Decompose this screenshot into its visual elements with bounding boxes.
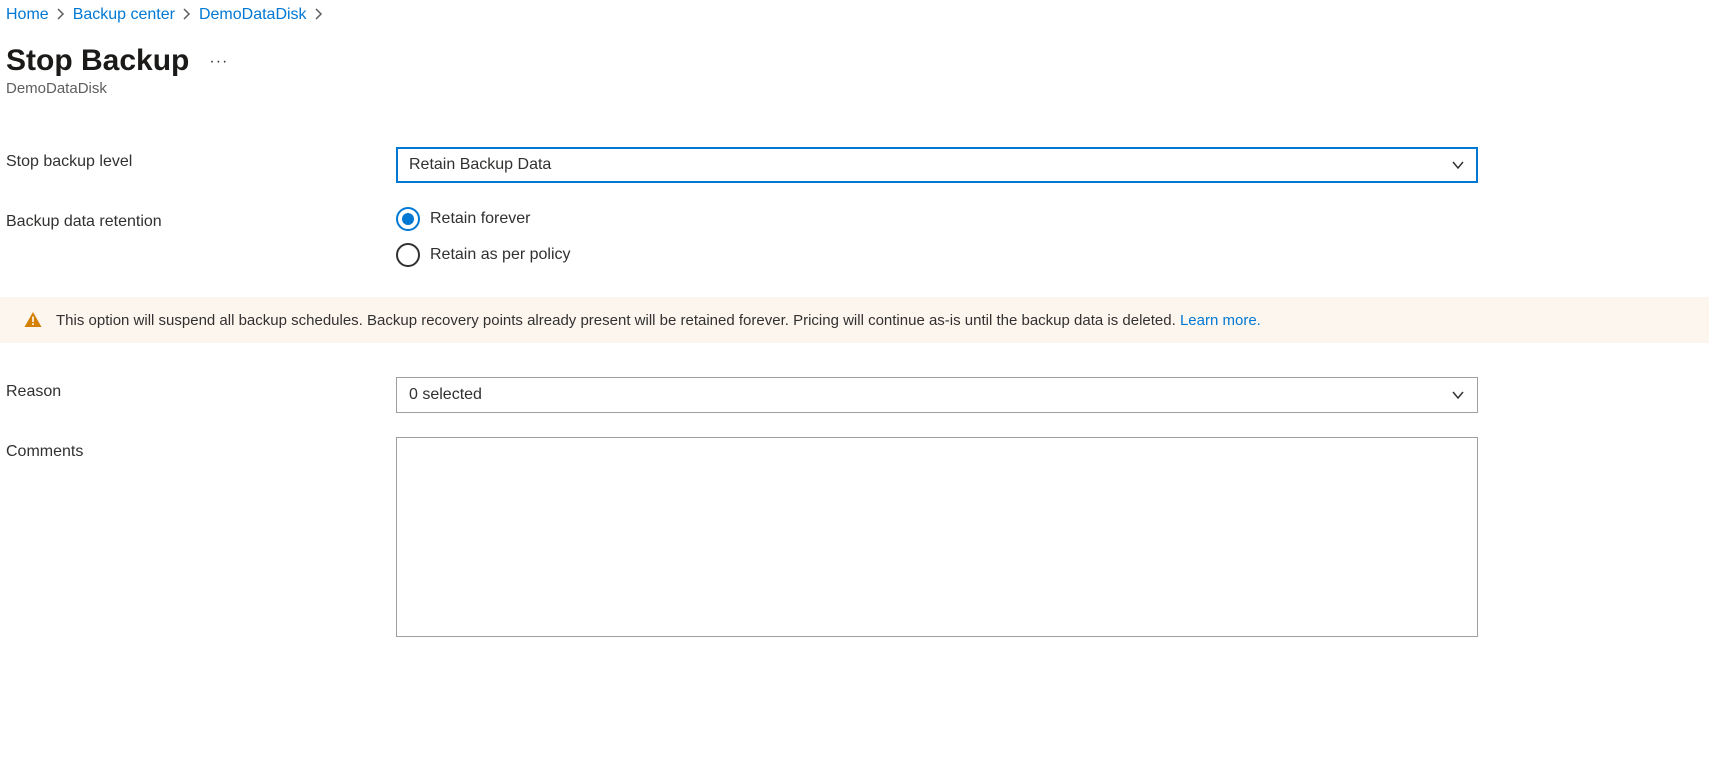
info-banner: This option will suspend all backup sche… [0, 297, 1709, 343]
breadcrumb-demodatadisk[interactable]: DemoDataDisk [199, 6, 307, 24]
stop-backup-level-dropdown[interactable]: Retain Backup Data [396, 147, 1478, 183]
page-subtitle: DemoDataDisk [6, 80, 1709, 97]
breadcrumb-separator-icon [183, 7, 191, 23]
comments-textarea[interactable] [396, 437, 1478, 637]
breadcrumb-separator-icon [57, 7, 65, 23]
breadcrumb: Home Backup center DemoDataDisk [6, 6, 1709, 24]
stop-backup-level-value: Retain Backup Data [409, 156, 551, 174]
radio-button-icon [396, 207, 420, 231]
radio-retain-per-policy-label: Retain as per policy [430, 246, 571, 264]
info-text: This option will suspend all backup sche… [56, 312, 1261, 329]
comments-row: Comments [6, 437, 1709, 640]
retention-radio-group: Retain forever Retain as per policy [396, 207, 1478, 267]
reason-value: 0 selected [409, 386, 482, 404]
breadcrumb-separator-icon [315, 7, 323, 23]
radio-retain-forever[interactable]: Retain forever [396, 207, 1478, 231]
more-menu-icon[interactable]: ··· [209, 53, 228, 71]
reason-dropdown[interactable]: 0 selected [396, 377, 1478, 413]
chevron-down-icon [1451, 388, 1465, 402]
stop-backup-level-label: Stop backup level [6, 147, 396, 171]
backup-data-retention-label: Backup data retention [6, 207, 396, 231]
chevron-down-icon [1451, 158, 1465, 172]
reason-label: Reason [6, 377, 396, 401]
breadcrumb-backup-center[interactable]: Backup center [73, 6, 175, 24]
stop-backup-level-row: Stop backup level Retain Backup Data [6, 147, 1709, 183]
breadcrumb-home[interactable]: Home [6, 6, 49, 24]
reason-row: Reason 0 selected [6, 377, 1709, 413]
radio-button-icon [396, 243, 420, 267]
comments-label: Comments [6, 437, 396, 461]
warning-icon [24, 311, 42, 329]
radio-retain-per-policy[interactable]: Retain as per policy [396, 243, 1478, 267]
page-title: Stop Backup [6, 44, 189, 78]
learn-more-link[interactable]: Learn more. [1180, 312, 1261, 329]
radio-retain-forever-label: Retain forever [430, 210, 531, 228]
page-header: Stop Backup ··· [6, 44, 1709, 78]
backup-data-retention-row: Backup data retention Retain forever Ret… [6, 207, 1709, 267]
